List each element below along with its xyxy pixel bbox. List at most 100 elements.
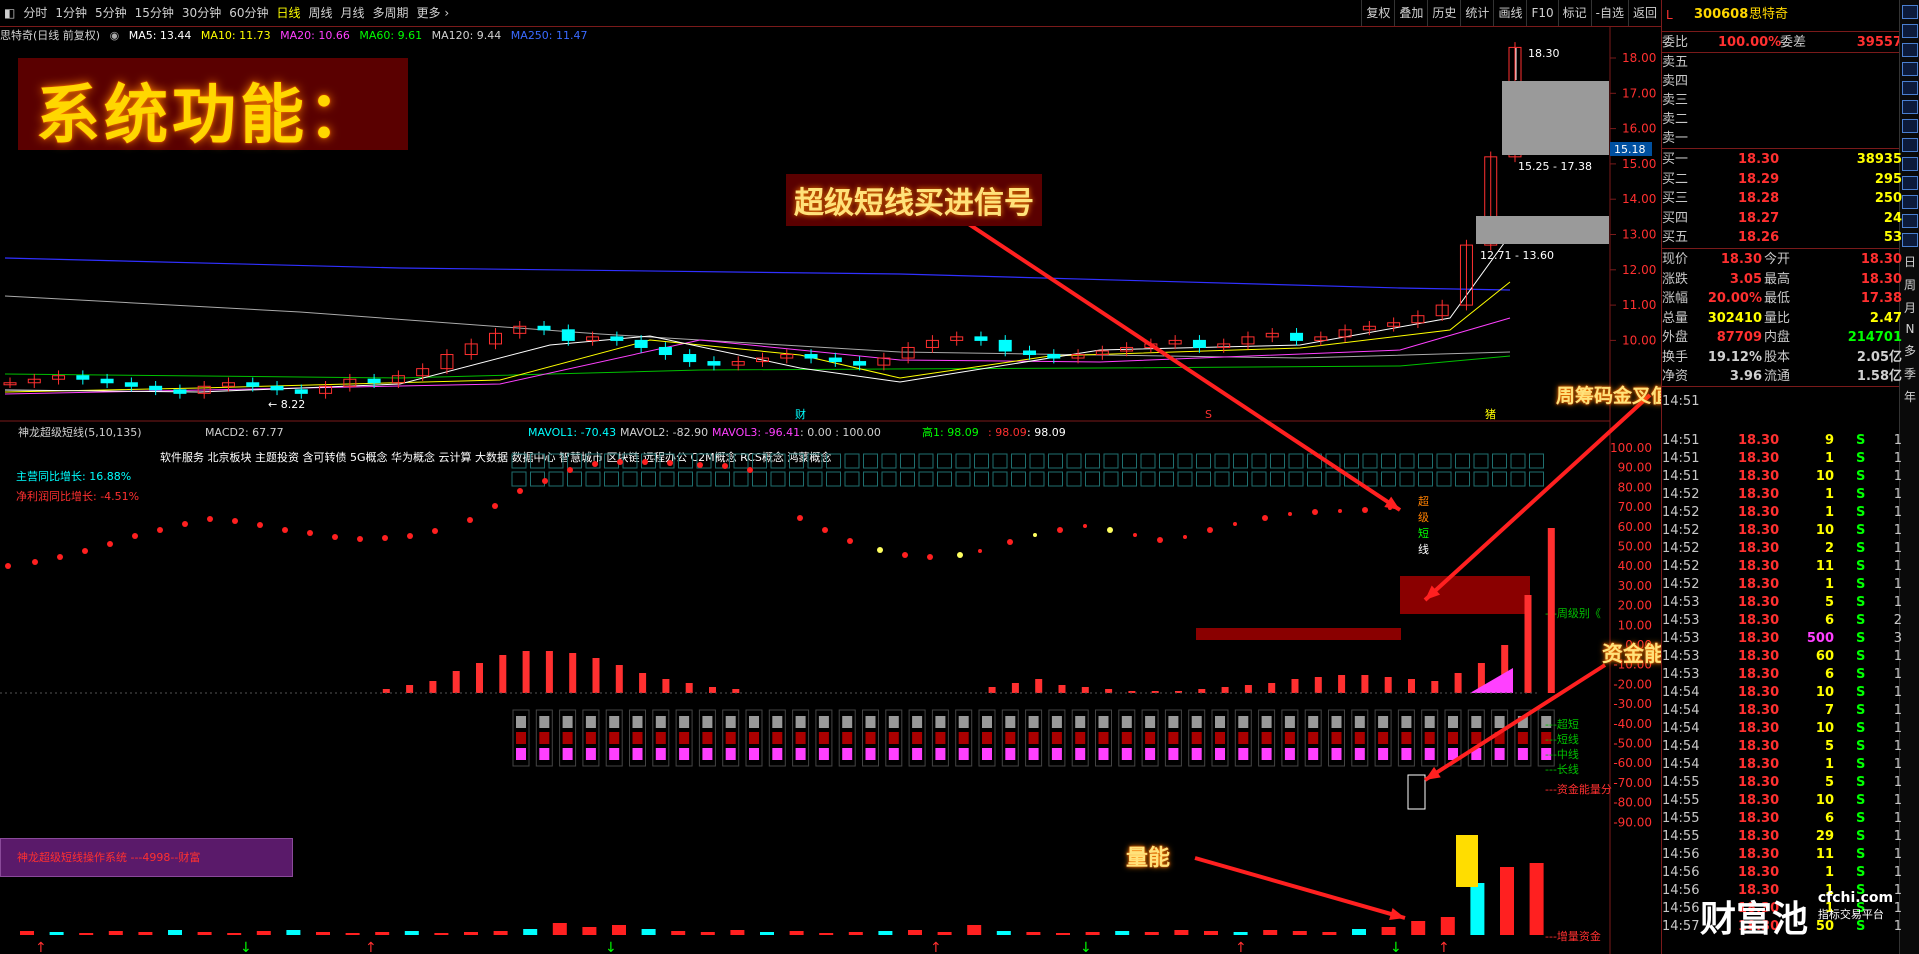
period-tab-9[interactable]: 多周期: [369, 0, 413, 26]
toolbar-button-4[interactable]: 画线: [1493, 0, 1526, 26]
tick-count: 1: [1893, 847, 1902, 862]
volume-bar: [730, 930, 745, 935]
signal-dot: [232, 518, 238, 524]
tick-side: S: [1856, 451, 1866, 466]
period-tab-0[interactable]: 分时: [19, 0, 51, 26]
tick-volume: 10: [1815, 685, 1834, 700]
signal-dot: [357, 536, 363, 542]
line-block: [1145, 716, 1156, 728]
zone-label-lower: 12.71 - 13.60: [1480, 249, 1554, 262]
line-block: [1401, 716, 1412, 728]
stat-label: 涨幅: [1662, 291, 1689, 306]
toolbar-button-2[interactable]: 历史: [1427, 0, 1460, 26]
price-axis-label: 17.00: [1622, 86, 1656, 100]
fund-bar: [1314, 677, 1322, 693]
line-block: [795, 748, 806, 760]
grid-square: [567, 471, 582, 487]
period-shortcut[interactable]: 月: [1900, 299, 1919, 316]
period-shortcut[interactable]: 多: [1900, 342, 1919, 359]
toolbar-button-0[interactable]: 复权: [1361, 0, 1394, 26]
tool-icon[interactable]: [1902, 119, 1918, 133]
period-shortcut[interactable]: 日: [1900, 253, 1919, 270]
period-shortcut[interactable]: 周: [1900, 276, 1919, 293]
tick-price: 18.30: [1738, 595, 1780, 610]
tick-count: 1: [1893, 757, 1902, 772]
tool-icon[interactable]: [1902, 43, 1918, 57]
signal-arrow: ↓: [1390, 940, 1402, 954]
tool-icon[interactable]: [1902, 100, 1918, 114]
buy-label: 买五: [1662, 230, 1689, 245]
signal-dot: [1007, 539, 1013, 545]
grid-square: [1473, 453, 1489, 469]
period-tab-1[interactable]: 1分钟: [51, 0, 91, 26]
tool-icon[interactable]: [1902, 81, 1918, 95]
tick-time: 14:54: [1662, 721, 1700, 736]
toolbar-button-1[interactable]: 叠加: [1394, 0, 1427, 26]
fund-bar: [1268, 683, 1276, 693]
grid-square: [1455, 471, 1470, 487]
toolbar-button-7[interactable]: -自选: [1590, 0, 1628, 26]
period-shortcut[interactable]: 年: [1900, 388, 1919, 405]
tick-volume: 1: [1824, 757, 1834, 772]
period-tab-10[interactable]: 更多 ›: [413, 0, 454, 26]
line-block: [888, 716, 899, 728]
tool-icon[interactable]: [1902, 157, 1918, 171]
tick-time: 14:51: [1662, 451, 1700, 466]
toolbar-button-3[interactable]: 统计: [1460, 0, 1493, 26]
tool-icon[interactable]: [1902, 24, 1918, 38]
tick-price: 18.30: [1738, 505, 1780, 520]
volume-bar: [789, 931, 804, 935]
line-block: [842, 748, 853, 760]
line-block: [516, 732, 526, 744]
price-axis-label: 15.00: [1622, 157, 1656, 171]
grid-square: [1140, 471, 1156, 487]
watermark: 财富池 cfchi.com 指标交易平台: [1700, 890, 1893, 942]
period-tab-8[interactable]: 月线: [337, 0, 369, 26]
period-tab-6[interactable]: 日线: [272, 0, 304, 26]
fund-bar: [685, 683, 693, 693]
tick-row: 14:53 18.30 5 S 1: [1662, 593, 1902, 612]
tick-count: 1: [1893, 469, 1902, 484]
tick-row: 14:51: [1662, 392, 1902, 411]
vertical-label-char: 级: [1418, 511, 1429, 524]
tick-volume: 1: [1824, 505, 1834, 520]
level-badge: L: [1666, 8, 1673, 22]
period-tab-5[interactable]: 60分钟: [225, 0, 272, 26]
tool-icon[interactable]: [1902, 195, 1918, 209]
period-tab-3[interactable]: 15分钟: [131, 0, 178, 26]
tool-icon[interactable]: [1902, 138, 1918, 152]
toolbar-button-8[interactable]: 返回: [1627, 0, 1661, 26]
line-block: [818, 732, 829, 744]
tick-count: 1: [1893, 865, 1902, 880]
volume-bar: [582, 927, 597, 935]
tool-icon[interactable]: [1902, 5, 1918, 19]
kline-chart-area[interactable]: 18.00 17.00 16.00 15.00 14.00 13.00 12.00 11.00…: [0, 27, 1660, 954]
tool-icon[interactable]: [1902, 176, 1918, 190]
period-tab-7[interactable]: 周线: [305, 0, 337, 26]
line-block: [1308, 716, 1319, 728]
line-block: [795, 732, 806, 744]
buy-row: 买三 18.28 250: [1662, 189, 1902, 208]
tick-row: 14:54 18.30 10 S 1: [1662, 683, 1902, 702]
volume-bar: [1174, 930, 1189, 935]
period-shortcut[interactable]: N: [1900, 322, 1919, 336]
tool-icon[interactable]: [1902, 233, 1918, 247]
toolbar-button-6[interactable]: 标记: [1557, 0, 1591, 26]
panel-toggle-icon[interactable]: ◧: [0, 0, 19, 26]
candle-body: [853, 361, 867, 366]
tool-icon[interactable]: [1902, 214, 1918, 228]
period-tab-2[interactable]: 5分钟: [91, 0, 131, 26]
period-shortcut[interactable]: 季: [1900, 365, 1919, 382]
volume-bar: [523, 929, 538, 935]
tick-row: 14:52 18.30 1 S 1: [1662, 503, 1902, 522]
tick-row: 14:52 18.30 2 S 1: [1662, 539, 1902, 558]
period-tab-4[interactable]: 30分钟: [178, 0, 225, 26]
toolbar-button-5[interactable]: F10: [1526, 0, 1557, 26]
line-block: [935, 748, 946, 760]
tool-icon[interactable]: [1902, 62, 1918, 76]
stat-value: 19.12%: [1707, 349, 1762, 365]
tick-row: 14:53 18.30 6 S 1: [1662, 665, 1902, 684]
grid-square: [1066, 453, 1082, 469]
buy-label: 买一: [1662, 152, 1689, 167]
line-block: [865, 716, 876, 728]
